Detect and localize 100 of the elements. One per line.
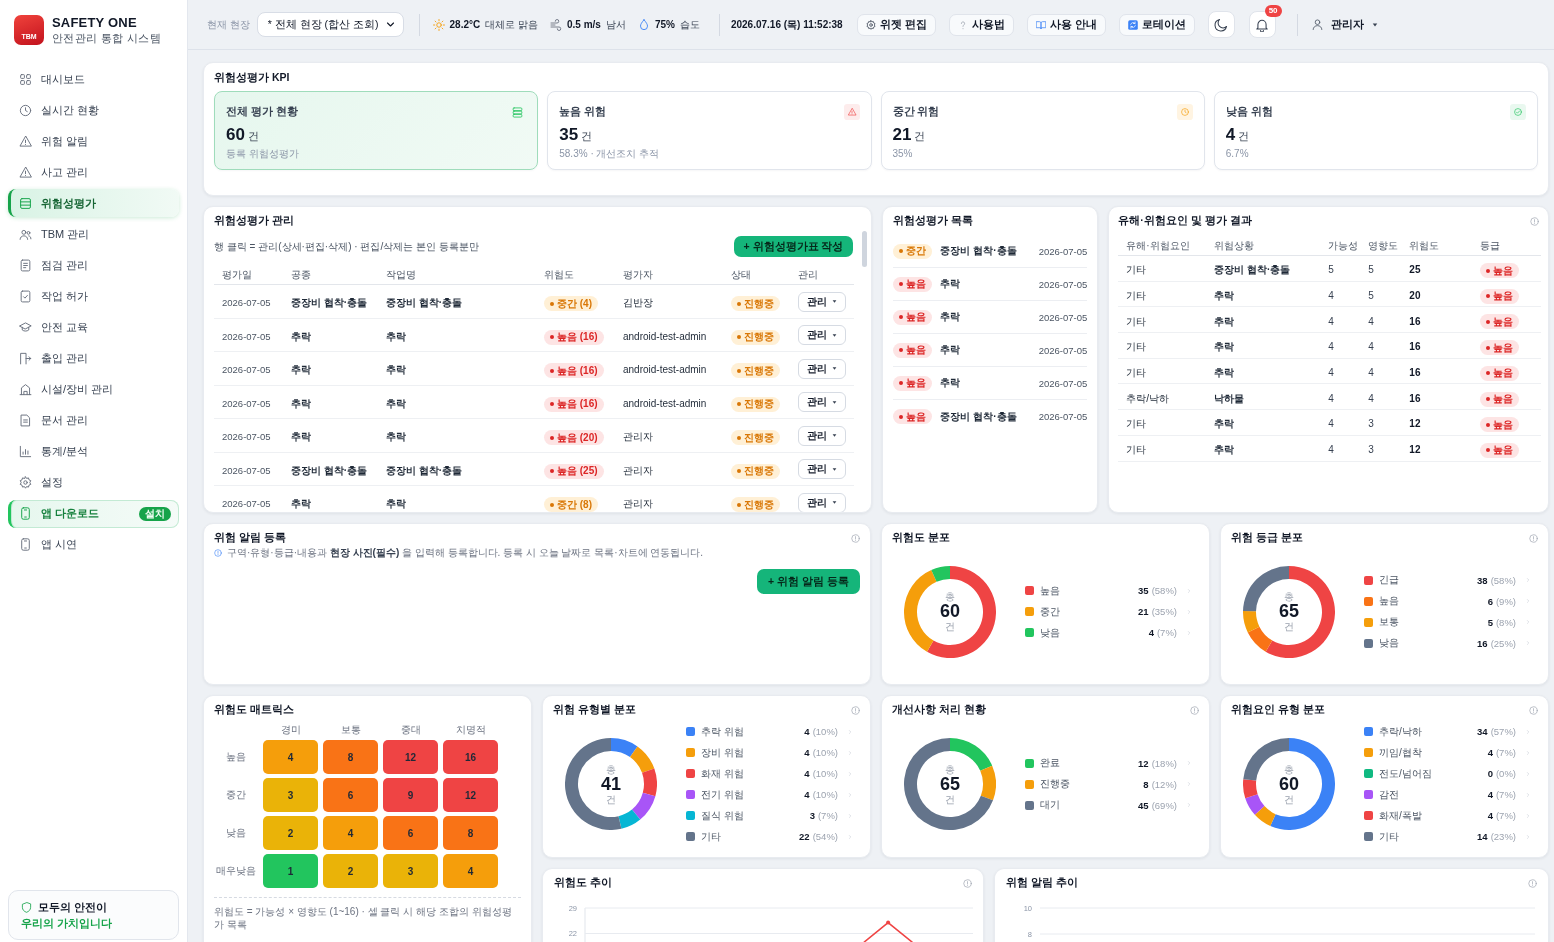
create-assessment-button[interactable]: + 위험성평가표 작성 bbox=[733, 236, 854, 257]
matrix-cell[interactable]: 3 bbox=[263, 778, 318, 812]
chart-slice[interactable] bbox=[927, 565, 996, 658]
legend-label[interactable]: 추락 위험 bbox=[701, 724, 744, 739]
matrix-cell[interactable]: 4 bbox=[323, 816, 378, 850]
legend-label[interactable]: 진행중 bbox=[1040, 777, 1070, 791]
legend-label[interactable]: 끼임/협착 bbox=[1379, 745, 1422, 760]
legend-label[interactable]: 낮음 bbox=[1040, 625, 1060, 640]
nav-item[interactable]: 설정 bbox=[8, 468, 179, 497]
widget-edit-button[interactable]: 위젯 편집 bbox=[856, 13, 936, 36]
site-select[interactable]: * 전체 현장 (합산 조회) bbox=[256, 12, 404, 37]
legend-label[interactable]: 대기 bbox=[1040, 798, 1060, 812]
nav-item[interactable]: 시설/장비 관리 bbox=[8, 375, 179, 404]
nav-item[interactable]: TBM 관리 bbox=[8, 220, 179, 249]
chart-slice[interactable] bbox=[1243, 779, 1258, 799]
nav-item[interactable]: 앱 시연 bbox=[8, 530, 179, 559]
info-icon[interactable] bbox=[1529, 533, 1538, 543]
legend-label[interactable]: 높음 bbox=[1040, 583, 1060, 598]
matrix-cell[interactable]: 12 bbox=[443, 778, 498, 812]
chart-slice[interactable] bbox=[904, 569, 937, 652]
info-icon[interactable] bbox=[1528, 878, 1537, 888]
manage-button[interactable]: 관리 bbox=[798, 459, 846, 480]
kpi-card[interactable]: 높음 위험 35 건 58.3% · 개선조치 추적 bbox=[547, 91, 872, 170]
legend-label[interactable]: 기타 bbox=[701, 829, 721, 844]
nav-item[interactable]: 실시간 현황 bbox=[8, 96, 179, 125]
legend-label[interactable]: 전기 위험 bbox=[701, 787, 744, 802]
legend-label[interactable]: 추락/낙하 bbox=[1379, 724, 1422, 739]
nav-item[interactable]: 위험성평가 bbox=[8, 189, 179, 218]
legend-label[interactable]: 화재 위험 bbox=[701, 766, 744, 781]
notifications-button[interactable] bbox=[1248, 11, 1276, 38]
assessment-title[interactable]: 추락 bbox=[940, 310, 961, 324]
chart-slice[interactable] bbox=[1265, 565, 1335, 658]
matrix-cell[interactable]: 2 bbox=[323, 854, 378, 888]
chart-slice[interactable] bbox=[1245, 794, 1265, 815]
matrix-cell[interactable]: 2 bbox=[263, 816, 318, 850]
chart-slice[interactable] bbox=[1254, 806, 1276, 827]
how-to-button[interactable]: 사용법 bbox=[948, 13, 1014, 36]
chart-slice[interactable] bbox=[1270, 738, 1335, 830]
legend-label[interactable]: 장비 위험 bbox=[701, 745, 744, 760]
info-icon[interactable] bbox=[1529, 705, 1538, 715]
matrix-cell[interactable]: 4 bbox=[263, 740, 318, 774]
chart-slice[interactable] bbox=[565, 738, 622, 830]
chart-slice[interactable] bbox=[1247, 626, 1273, 652]
kpi-card[interactable]: 전체 평가 현황 60 건 등록 위험성평가 bbox=[214, 91, 539, 170]
manage-button[interactable]: 관리 bbox=[798, 425, 846, 446]
legend-label[interactable]: 높음 bbox=[1379, 594, 1399, 608]
chart-slice[interactable] bbox=[631, 792, 656, 820]
chart-slice[interactable] bbox=[618, 809, 641, 829]
nav-item[interactable]: 통계/분석 bbox=[8, 437, 179, 466]
legend-label[interactable]: 중간 bbox=[1040, 604, 1060, 619]
matrix-cell[interactable]: 9 bbox=[383, 778, 438, 812]
chart-slice[interactable] bbox=[611, 738, 638, 757]
matrix-cell[interactable]: 6 bbox=[323, 778, 378, 812]
manage-button[interactable]: 관리 bbox=[798, 392, 846, 413]
manage-button[interactable]: 관리 bbox=[798, 325, 846, 346]
info-icon[interactable] bbox=[1530, 216, 1539, 226]
theme-toggle-button[interactable] bbox=[1207, 11, 1235, 38]
info-icon[interactable] bbox=[851, 533, 860, 543]
chart-slice[interactable] bbox=[642, 768, 657, 797]
legend-label[interactable]: 긴급 bbox=[1379, 573, 1399, 587]
legend-label[interactable]: 질식 위험 bbox=[701, 808, 744, 823]
matrix-cell[interactable]: 4 bbox=[443, 854, 498, 888]
assessment-title[interactable]: 추락 bbox=[940, 277, 961, 291]
kpi-card[interactable]: 낮음 위험 4 건 6.7% bbox=[1213, 91, 1538, 170]
matrix-cell[interactable]: 16 bbox=[443, 740, 498, 774]
nav-item[interactable]: 점검 관리 bbox=[8, 251, 179, 280]
matrix-cell[interactable]: 3 bbox=[383, 854, 438, 888]
manage-button[interactable]: 관리 bbox=[798, 492, 846, 512]
matrix-cell[interactable]: 8 bbox=[323, 740, 378, 774]
legend-label[interactable]: 기타 bbox=[1379, 829, 1399, 844]
assessment-title[interactable]: 중장비 협착·충돌 bbox=[940, 244, 1017, 258]
matrix-cell[interactable]: 1 bbox=[263, 854, 318, 888]
nav-item[interactable]: 작업 허가 bbox=[8, 282, 179, 311]
nav-item[interactable]: 출입 관리 bbox=[8, 344, 179, 373]
chart-slice[interactable] bbox=[904, 738, 993, 830]
info-icon[interactable] bbox=[963, 878, 973, 888]
assessment-title[interactable]: 추락 bbox=[940, 343, 961, 357]
manage-button[interactable]: 관리 bbox=[798, 291, 846, 312]
legend-label[interactable]: 감전 bbox=[1379, 787, 1399, 802]
kpi-card[interactable]: 중간 위험 21 건 35% bbox=[880, 91, 1205, 170]
nav-item[interactable]: 사고 관리 bbox=[8, 158, 179, 187]
legend-label[interactable]: 낮음 bbox=[1379, 636, 1399, 650]
chart-slice[interactable] bbox=[980, 765, 996, 801]
guide-button[interactable]: 사용 안내 bbox=[1026, 13, 1106, 36]
nav-item[interactable]: 앱 다운로드 설치 bbox=[8, 499, 179, 528]
matrix-cell[interactable]: 8 bbox=[443, 816, 498, 850]
assessment-title[interactable]: 중장비 협착·충돌 bbox=[940, 409, 1017, 424]
nav-item[interactable]: 위험 알림 bbox=[8, 127, 179, 156]
chart-slice[interactable] bbox=[630, 746, 655, 773]
assessment-title[interactable]: 추락 bbox=[940, 376, 961, 390]
legend-label[interactable]: 보통 bbox=[1379, 615, 1399, 629]
nav-item[interactable]: 문서 관리 bbox=[8, 406, 179, 435]
user-menu[interactable]: 관리자 bbox=[1311, 17, 1378, 32]
register-alert-button[interactable]: + 위험 알림 등록 bbox=[757, 569, 860, 594]
matrix-cell[interactable]: 12 bbox=[383, 740, 438, 774]
legend-label[interactable]: 전도/넘어짐 bbox=[1379, 766, 1432, 781]
legend-label[interactable]: 화재/폭발 bbox=[1379, 808, 1422, 823]
info-icon[interactable] bbox=[851, 705, 860, 715]
chart-slice[interactable] bbox=[1243, 610, 1260, 632]
manage-button[interactable]: 관리 bbox=[798, 358, 846, 379]
